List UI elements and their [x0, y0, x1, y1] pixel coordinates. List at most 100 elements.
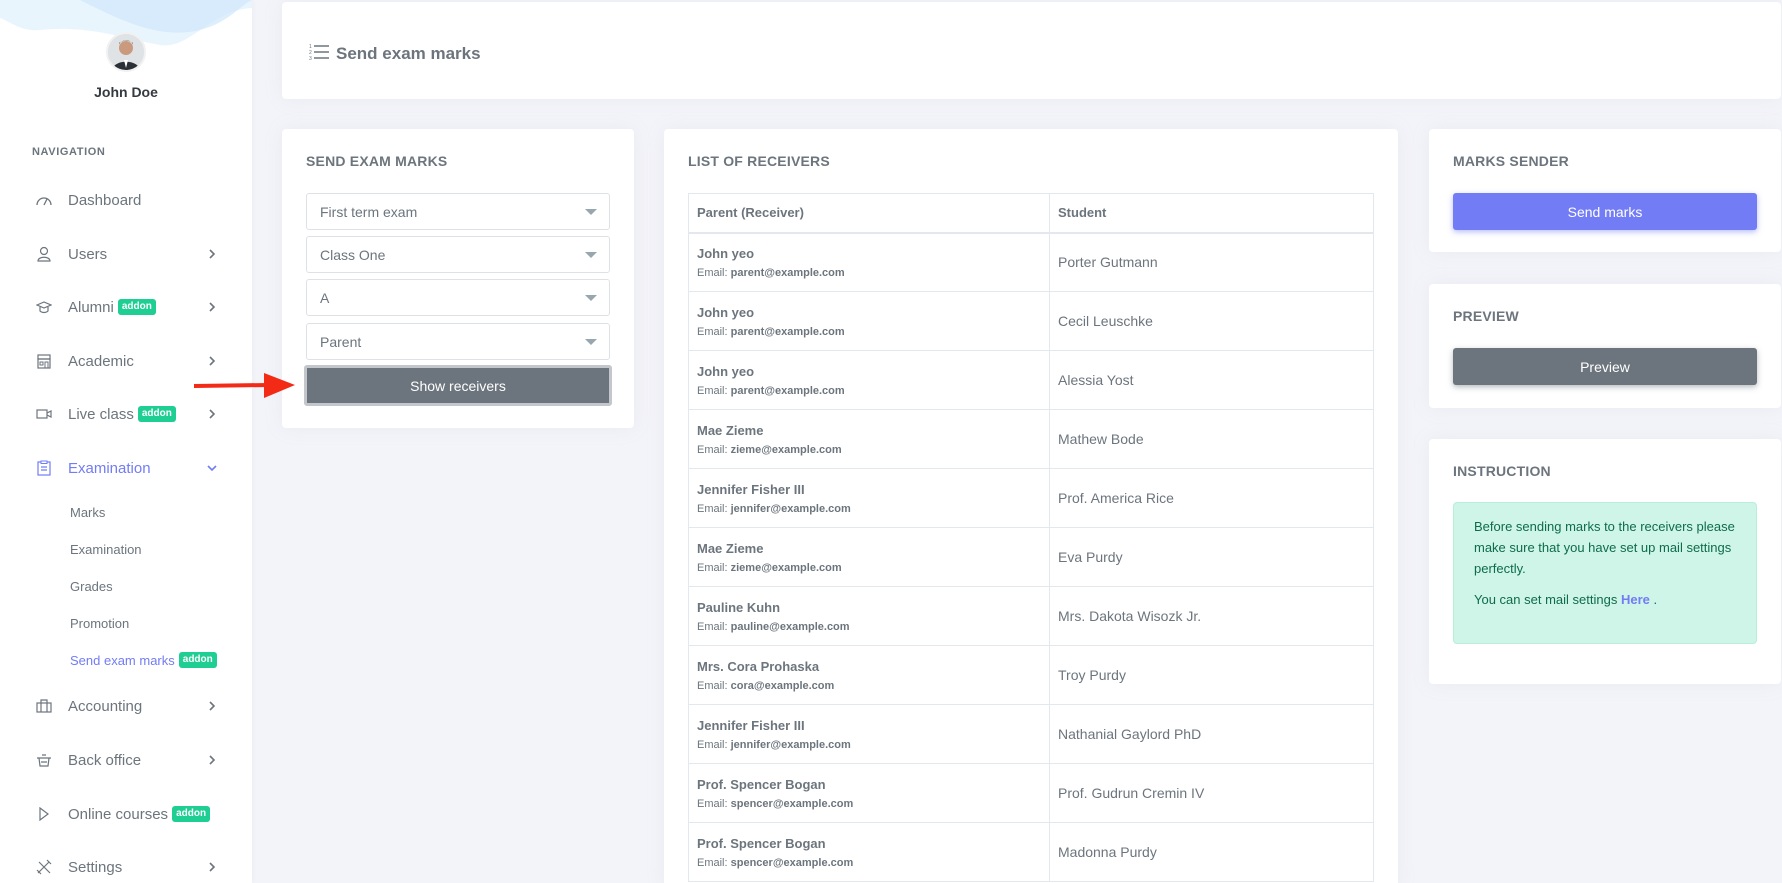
student-cell: Prof. Gudrun Cremin IV	[1049, 763, 1374, 823]
sidebar-item-label: Live class	[68, 405, 134, 423]
sidebar-item-label: Users	[68, 245, 108, 263]
student-name: Madonna Purdy	[1058, 844, 1157, 860]
parent-cell: Pauline Kuhn Email: pauline@example.com	[688, 586, 1050, 646]
class-select[interactable]: Class One	[306, 236, 610, 273]
receivers-table: Parent (Receiver) Student John yeo Email:…	[688, 193, 1374, 882]
sidebar-item-back-office[interactable]: Back office	[0, 745, 252, 775]
sidebar-subitem-examination[interactable]: Examination	[70, 538, 142, 560]
email-value: parent@example.com	[730, 325, 845, 338]
email-label: Email:	[697, 856, 728, 869]
card-title: PREVIEW	[1453, 308, 1519, 324]
instruction-text: Before sending marks to the receivers pl…	[1474, 519, 1735, 576]
chevron-right-icon	[206, 355, 218, 367]
student-cell: Eva Purdy	[1049, 527, 1374, 587]
sidebar-item-users[interactable]: Users	[0, 239, 252, 269]
user-icon	[35, 245, 53, 263]
email-value: spencer@example.com	[730, 797, 854, 810]
sidebar-item-dashboard[interactable]: Dashboard	[0, 185, 252, 215]
email-value: jennifer@example.com	[730, 502, 851, 515]
chevron-right-icon	[206, 700, 218, 712]
user-name[interactable]: John Doe	[0, 84, 252, 100]
sidebar-subitem-promotion[interactable]: Promotion	[70, 612, 129, 634]
graduation-cap-icon	[35, 298, 53, 316]
email-label: Email:	[697, 502, 728, 515]
receiver-select[interactable]: Parent	[306, 323, 610, 360]
sidebar-item-label: Examination	[68, 459, 151, 477]
email-label: Email:	[697, 443, 728, 456]
exam-select[interactable]: First term exam	[306, 193, 610, 230]
mail-settings-link[interactable]: Here	[1621, 592, 1650, 607]
sidebar-item-label: Online courses	[68, 805, 169, 823]
section-select-value: A	[320, 289, 330, 306]
caret-down-icon	[585, 209, 597, 215]
card-title: MARKS SENDER	[1453, 153, 1569, 169]
student-name: Mrs. Dakota Wisozk Jr.	[1058, 608, 1202, 624]
sidebar-item-examination[interactable]: Examination	[0, 453, 252, 483]
sidebar-subitem-grades[interactable]: Grades	[70, 575, 113, 597]
clipboard-icon	[35, 459, 53, 477]
exam-select-value: First term exam	[320, 203, 418, 220]
sidebar-subitem-label: Send exam marks	[70, 652, 175, 668]
sidebar-item-accounting[interactable]: Accounting	[0, 691, 252, 721]
briefcase-icon	[35, 697, 53, 715]
sidebar-item-live-class[interactable]: Live class addon	[0, 399, 252, 429]
email-label: Email:	[697, 797, 728, 810]
video-camera-icon	[35, 405, 53, 423]
parent-cell: Mae Zieme Email: zieme@example.com	[688, 527, 1050, 587]
email-label: Email:	[697, 679, 728, 692]
sidebar-item-online-courses[interactable]: Online courses addon	[0, 799, 252, 829]
user-photo-icon	[108, 34, 144, 70]
chevron-right-icon	[206, 408, 218, 420]
chevron-right-icon	[206, 861, 218, 873]
addon-badge: addon	[137, 406, 176, 422]
table-row: Jennifer Fisher III Email: jennifer@examp…	[688, 704, 1374, 764]
sidebar-item-alumni[interactable]: Alumni addon	[0, 292, 252, 322]
avatar[interactable]	[106, 32, 146, 72]
preview-button[interactable]: Preview	[1453, 348, 1757, 385]
show-receivers-button[interactable]: Show receivers	[304, 365, 612, 406]
student-name: Alessia Yost	[1058, 372, 1134, 388]
email-label: Email:	[697, 384, 728, 397]
sidebar-item-label: Back office	[68, 751, 142, 769]
dashboard-gauge-icon	[35, 191, 53, 209]
parent-name: Jennifer Fisher III	[697, 481, 805, 497]
card-title: SEND EXAM MARKS	[306, 153, 448, 169]
sidebar-item-label: Dashboard	[68, 191, 142, 209]
sidebar-subitem-marks[interactable]: Marks	[70, 501, 105, 523]
email-label: Email:	[697, 738, 728, 751]
email-value: parent@example.com	[730, 266, 845, 279]
sidebar-item-settings[interactable]: Settings	[0, 852, 252, 882]
student-cell: Cecil Leuschke	[1049, 291, 1374, 351]
email-label: Email:	[697, 561, 728, 574]
student-name: Mathew Bode	[1058, 431, 1144, 447]
parent-name: John yeo	[697, 363, 755, 379]
student-name: Troy Purdy	[1058, 667, 1126, 683]
student-name: Cecil Leuschke	[1058, 313, 1153, 329]
card-title: LIST OF RECEIVERS	[688, 153, 830, 169]
parent-email: Email: parent@example.com	[697, 267, 1041, 279]
sidebar-subitem-send-exam-marks[interactable]: Send exam marks addon	[70, 649, 217, 671]
nav-heading: NAVIGATION	[32, 146, 106, 158]
table-row: Prof. Spencer Bogan Email: spencer@exampl…	[688, 822, 1374, 882]
parent-email: Email: parent@example.com	[697, 385, 1041, 397]
email-value: spencer@example.com	[730, 856, 854, 869]
parent-cell: Mae Zieme Email: zieme@example.com	[688, 409, 1050, 469]
preview-card: PREVIEW Preview	[1429, 284, 1781, 408]
parent-name: Mae Zieme	[697, 422, 764, 438]
student-cell: Troy Purdy	[1049, 645, 1374, 705]
marks-sender-card: MARKS SENDER Send marks	[1429, 129, 1781, 252]
table-row: Mrs. Cora Prohaska Email: cora@example.co…	[688, 645, 1374, 705]
send-marks-button[interactable]: Send marks	[1453, 193, 1757, 230]
parent-name: Pauline Kuhn	[697, 599, 781, 615]
caret-down-icon	[585, 295, 597, 301]
parent-cell: Prof. Spencer Bogan Email: spencer@exampl…	[688, 822, 1050, 882]
section-select[interactable]: A	[306, 279, 610, 316]
email-label: Email:	[697, 325, 728, 338]
instruction-text-2: You can set mail settings Here .	[1474, 589, 1736, 610]
student-name: Porter Gutmann	[1058, 254, 1158, 271]
parent-email: Email: parent@example.com	[697, 326, 1041, 338]
card-title: INSTRUCTION	[1453, 463, 1551, 479]
parent-cell: John yeo Email: parent@example.com	[688, 232, 1050, 292]
parent-email: Email: pauline@example.com	[697, 621, 1041, 633]
sidebar-item-label: Settings	[68, 858, 123, 876]
